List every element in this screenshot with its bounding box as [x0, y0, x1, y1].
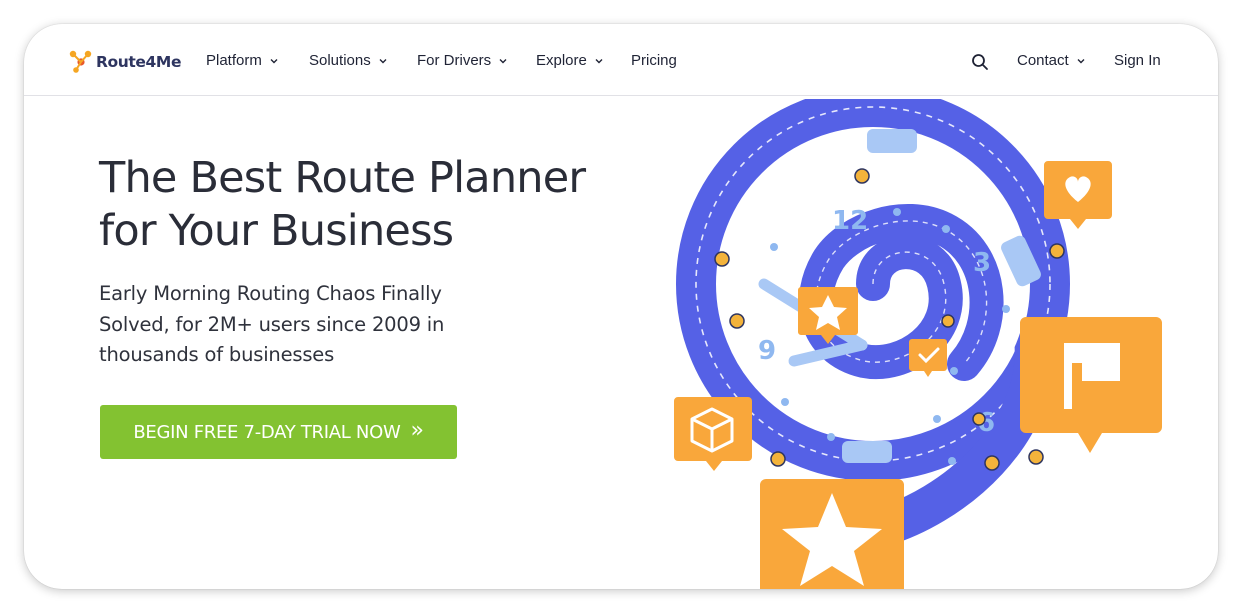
chevron-down-icon	[595, 58, 603, 63]
hero-subtext-line-1: Early Morning Routing Chaos Finally	[99, 282, 442, 305]
route4me-logo-icon	[69, 50, 92, 73]
browser-frame: Route4Me Platform Solutions For Drivers …	[24, 24, 1218, 589]
nav-platform[interactable]: Platform	[206, 52, 279, 69]
nav-sign-in[interactable]: Sign In	[1114, 52, 1161, 69]
hero-illustration: 12 3 6 9	[674, 99, 1162, 589]
clock-number-12: 12	[832, 206, 868, 236]
nav-explore[interactable]: Explore	[536, 52, 604, 69]
hero-subtext-line-3: thousands of businesses	[99, 343, 335, 366]
star-badge	[760, 479, 904, 589]
nav-for-drivers-label: For Drivers	[417, 52, 492, 69]
heart-badge	[1044, 161, 1112, 229]
flag-badge	[1020, 317, 1162, 453]
chevron-down-icon	[270, 58, 278, 63]
van-icon	[842, 441, 892, 463]
hero-subtext: Early Morning Routing Chaos Finally Solv…	[99, 279, 444, 371]
chevron-down-icon	[499, 58, 507, 63]
hero-headline-line-1: The Best Route Planner	[99, 153, 586, 203]
nav-pricing-label: Pricing	[631, 52, 677, 69]
nav-solutions[interactable]: Solutions	[309, 52, 388, 69]
nav-solutions-label: Solutions	[309, 52, 371, 69]
chevron-down-icon	[379, 58, 387, 63]
clock-number-9: 9	[758, 336, 776, 366]
van-icon	[867, 129, 917, 153]
nav-sign-in-label: Sign In	[1114, 52, 1161, 69]
begin-free-trial-label: BEGIN FREE 7-DAY TRIAL NOW	[133, 421, 401, 443]
brand-name: Route4Me	[96, 53, 182, 71]
search-icon[interactable]	[970, 52, 990, 72]
clock-number-3: 3	[973, 248, 991, 278]
hero-headline-line-2: for Your Business	[99, 206, 454, 256]
hero-subtext-line-2: Solved, for 2M+ users since 2009 in	[99, 312, 445, 336]
route4me-logo[interactable]: Route4Me	[68, 49, 181, 75]
chevron-down-icon	[1077, 58, 1085, 63]
hero-headline: The Best Route Planner for Your Business	[99, 152, 586, 258]
begin-free-trial-button[interactable]: BEGIN FREE 7-DAY TRIAL NOW »	[100, 405, 457, 459]
nav-for-drivers[interactable]: For Drivers	[417, 52, 508, 69]
nav-contact[interactable]: Contact	[1017, 52, 1086, 69]
top-navigation: Route4Me Platform Solutions For Drivers …	[24, 24, 1218, 96]
double-chevron-right-icon: »	[410, 418, 424, 443]
nav-contact-label: Contact	[1017, 52, 1069, 69]
nav-pricing[interactable]: Pricing	[631, 52, 677, 69]
box-badge	[674, 397, 752, 471]
nav-platform-label: Platform	[206, 52, 262, 69]
nav-explore-label: Explore	[536, 52, 587, 69]
